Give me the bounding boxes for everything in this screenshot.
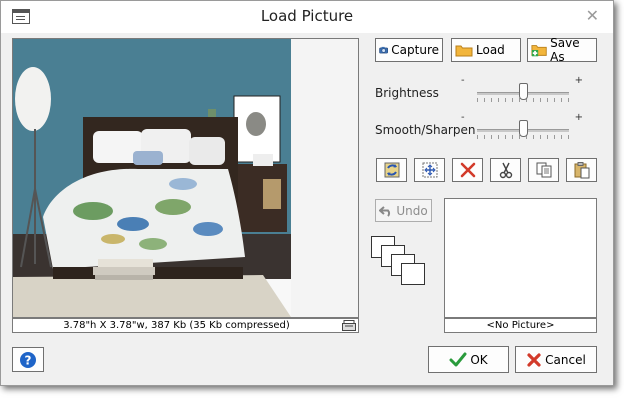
load-label: Load (476, 43, 505, 57)
smooth-min: - (461, 112, 465, 123)
load-picture-dialog: Load Picture ✕ 3.78"h X 3.78"w, 387 Kb (… (0, 0, 614, 386)
close-icon[interactable]: ✕ (586, 6, 599, 25)
paste-icon (574, 162, 589, 179)
smooth-max: + (574, 112, 583, 123)
help-button[interactable]: ? (12, 347, 44, 372)
save-as-label: Save As (550, 36, 580, 64)
picture-info-text: 3.78"h X 3.78"w, 387 Kb (35 Kb compresse… (63, 320, 290, 331)
cancel-button[interactable]: Cancel (515, 346, 597, 373)
copy-icon (536, 162, 551, 178)
scanner-icon[interactable] (342, 320, 356, 331)
brightness-label: Brightness (375, 86, 439, 100)
help-icon: ? (20, 351, 36, 368)
undo-button[interactable]: Undo (375, 199, 432, 222)
capture-button[interactable]: Capture (375, 38, 443, 62)
folder-icon (455, 45, 473, 57)
dialog-title: Load Picture (260, 7, 354, 25)
slider-thumb[interactable] (519, 83, 528, 100)
checkmark-icon (449, 352, 467, 366)
copy-button[interactable] (528, 158, 559, 182)
thumbnail-caption: <No Picture> (444, 318, 597, 333)
delete-button[interactable] (452, 158, 483, 182)
smooth-sharpen-slider[interactable]: - + (461, 112, 583, 142)
brightness-max: + (574, 75, 583, 86)
cancel-label: Cancel (545, 352, 586, 367)
brightness-slider[interactable]: - + (461, 75, 583, 105)
bedroom-photo (13, 39, 358, 317)
camera-icon (379, 46, 389, 54)
title-bar: Load Picture ✕ (1, 1, 613, 33)
slider-thumb[interactable] (519, 120, 528, 137)
picture-preview[interactable] (12, 38, 359, 318)
fit-button[interactable] (414, 158, 445, 182)
paste-button[interactable] (566, 158, 597, 182)
save-as-button[interactable]: Save As (527, 36, 597, 64)
cancel-x-icon (527, 352, 541, 367)
undo-label: Undo (396, 203, 428, 218)
thumbnail-preview (444, 198, 597, 318)
fit-icon (422, 162, 437, 178)
capture-label: Capture (391, 43, 439, 57)
save-folder-icon (531, 45, 547, 57)
smooth-sharpen-label: Smooth/Sharpen (375, 123, 476, 137)
cut-button[interactable] (490, 158, 521, 182)
help-glyph: ? (25, 353, 32, 367)
ok-label: OK (470, 352, 488, 367)
swap-button[interactable] (376, 158, 407, 182)
delete-icon (460, 162, 475, 178)
swap-icon (384, 162, 399, 178)
load-button[interactable]: Load (451, 38, 521, 62)
brightness-min: - (461, 75, 465, 86)
page-stack-icon (371, 236, 431, 296)
ok-button[interactable]: OK (428, 346, 509, 373)
picture-info-bar: 3.78"h X 3.78"w, 387 Kb (35 Kb compresse… (12, 318, 359, 333)
cut-icon (499, 162, 512, 179)
undo-icon (379, 205, 391, 217)
